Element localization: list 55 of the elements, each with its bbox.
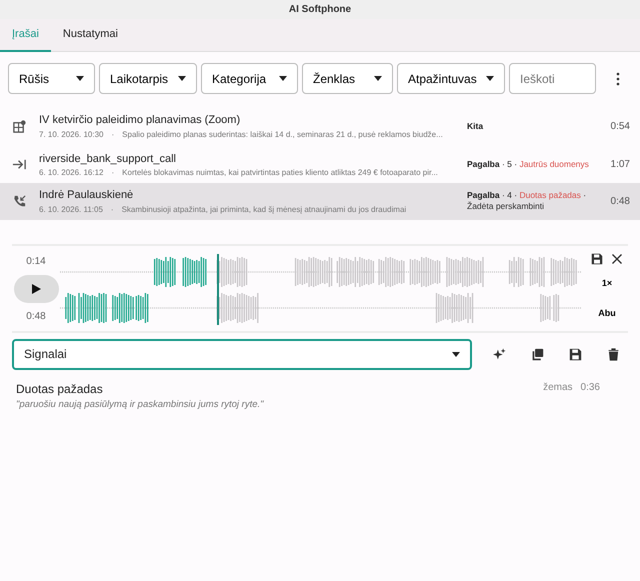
caret-icon (452, 352, 460, 356)
record-date: 6. 10. 2026. 11:05 (39, 204, 103, 216)
caret-icon (178, 76, 186, 81)
record-title: IV ketvirčio paleidimo planavimas (Zoom) (39, 113, 242, 128)
total-time: 0:48 (26, 310, 46, 324)
caret-icon (486, 76, 494, 81)
signal-time: 0:36 (580, 380, 600, 394)
copy-icon (530, 348, 544, 360)
record-title: riverside_bank_support_call (39, 152, 177, 166)
record-meta: Pagalba · 5 · Jautrūs duomenys (467, 159, 589, 170)
record-row[interactable]: Indrė Paulauskienė 6. 10. 2026. 11:05 · Skambinusioji atpažinta, jai priminta, kad šį mėnesį atnaujinami du jos draudimai Pagalba · 4 · Duotas pažadas · Žadėta perskambinti 0:48 (0, 183, 640, 220)
record-meta: Pagalba · 4 · Duotas pažadas · Žadėta perskambinti (467, 190, 586, 212)
signal-quote: "paruošiu naują pasiūlymą ir paskambinsiu jums rytoj ryte." (16, 398, 265, 412)
tab[interactable]: Nustatymai (50, 19, 130, 52)
save-icon[interactable] (591, 253, 603, 265)
caret-icon (279, 76, 287, 81)
play-icon (30, 283, 42, 295)
record-date: 7. 10. 2026. 10:30 (39, 128, 104, 140)
trash-icon (606, 348, 620, 360)
signal-level: žemas (543, 380, 573, 394)
filter-dropdown[interactable]: Ženklas (302, 63, 393, 94)
playhead[interactable] (216, 254, 219, 324)
record-title: Indrė Paulauskienė (39, 188, 134, 203)
record-summary: Spalio paleidimo planas suderintas: laiškai 14 d., seminaras 21 d., pusė reklamos biudže... (122, 128, 443, 140)
window-title: AI Softphone (0, 0, 640, 19)
filter-dropdown[interactable]: Atpažintuvas (397, 63, 505, 94)
separator-dot: · (112, 128, 114, 140)
record-duration: 1:07 (610, 158, 630, 172)
record-meta: Kita (467, 120, 484, 131)
record-summary: Kortelės blokavimas nuimtas, kai patvirtintas paties kliento atliktas 249 € fotoaparato pir... (122, 167, 438, 179)
record-row[interactable]: IV ketvirčio paleidimo planavimas (Zoom) 7. 10. 2026. 10:30 · Spalio paleidimo planas suderintas: laiškai 14 d., seminaras 21 d., pusė reklamos biudže... Kita 0:54 (0, 108, 640, 144)
caret-icon (76, 76, 84, 81)
separator-dot: · (112, 167, 114, 179)
separator-dot: · (110, 204, 114, 216)
close-icon[interactable] (611, 253, 623, 265)
record-summary: Skambinusioji atpažinta, jai priminta, kad šį mėnesį atnaujinami du jos draudimai (122, 204, 406, 216)
signals-dropdown[interactable]: Signalai (12, 338, 472, 370)
speed-button[interactable]: 1× (596, 273, 618, 295)
record-date: 6. 10. 2026. 16:12 (39, 167, 104, 179)
save-icon (568, 348, 582, 360)
record-row[interactable]: riverside_bank_support_call 6. 10. 2026. 16:12 · Kortelės blokavimas nuimtas, kai patvirtintas paties kliento atliktas 249 € fotoaparato pir... Pagalba · 5 · Jautrūs duomenys 1:07 (0, 146, 640, 183)
filter-dropdown[interactable]: Kategorija (201, 63, 298, 94)
channel-button[interactable]: Abu (598, 303, 616, 325)
elapsed-time: 0:14 (26, 255, 46, 269)
incoming-call-icon (12, 194, 27, 209)
play-button[interactable] (14, 275, 58, 303)
filter-dropdown[interactable]: Laikotarpis (99, 63, 197, 94)
signal-title: Duotas pažadas (16, 380, 104, 398)
sparkle-icon (492, 348, 506, 360)
caret-icon (374, 76, 382, 81)
record-duration: 0:54 (610, 120, 630, 134)
record-duration: 0:48 (610, 194, 630, 209)
search-field[interactable]: Ieškoti (509, 63, 596, 94)
filter-dropdown[interactable]: Rūšis (8, 63, 95, 94)
meeting-icon (12, 118, 27, 134)
